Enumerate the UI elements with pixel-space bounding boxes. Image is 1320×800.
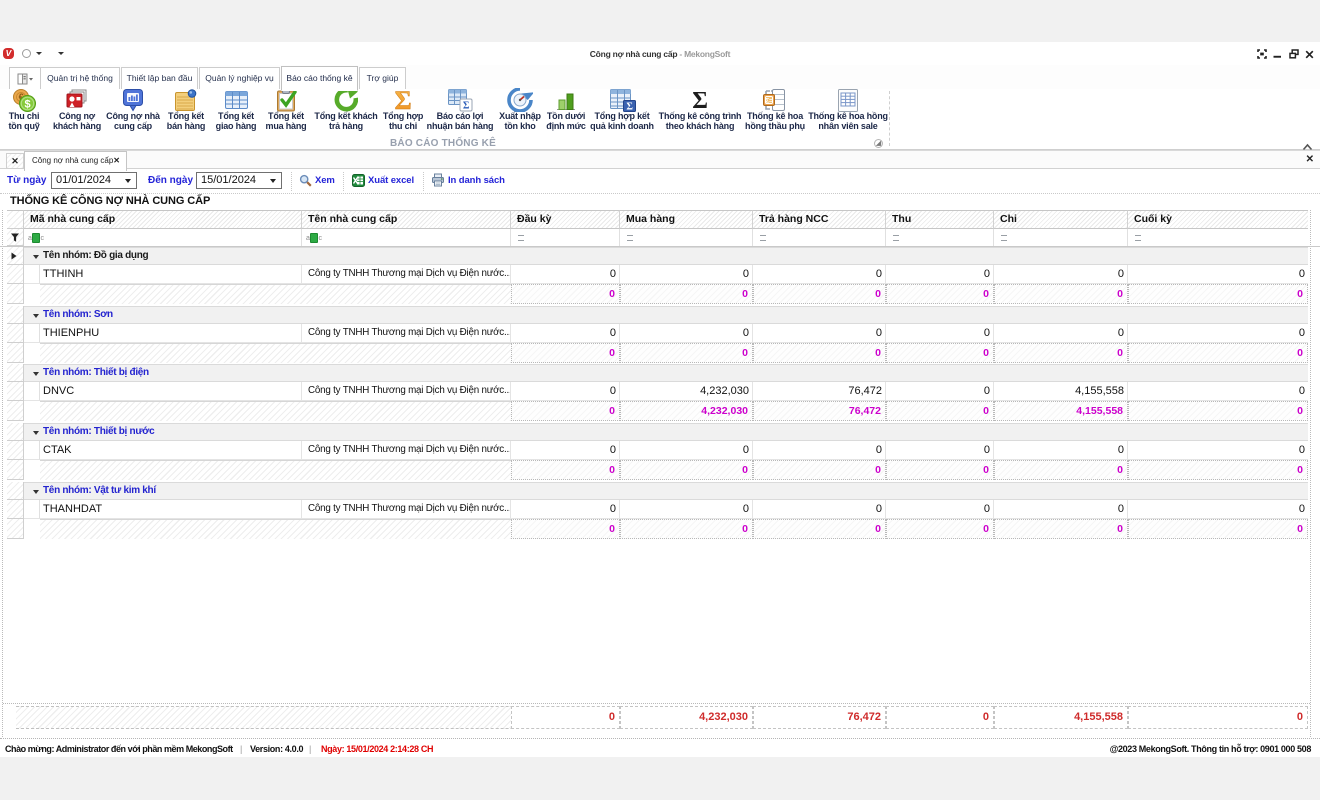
svg-text:Σ=: Σ= bbox=[765, 98, 773, 105]
svg-text:Σ: Σ bbox=[692, 89, 708, 111]
svg-text:Σ: Σ bbox=[395, 88, 412, 112]
svg-text:Σ: Σ bbox=[463, 101, 470, 112]
svg-text:$: $ bbox=[25, 99, 31, 111]
